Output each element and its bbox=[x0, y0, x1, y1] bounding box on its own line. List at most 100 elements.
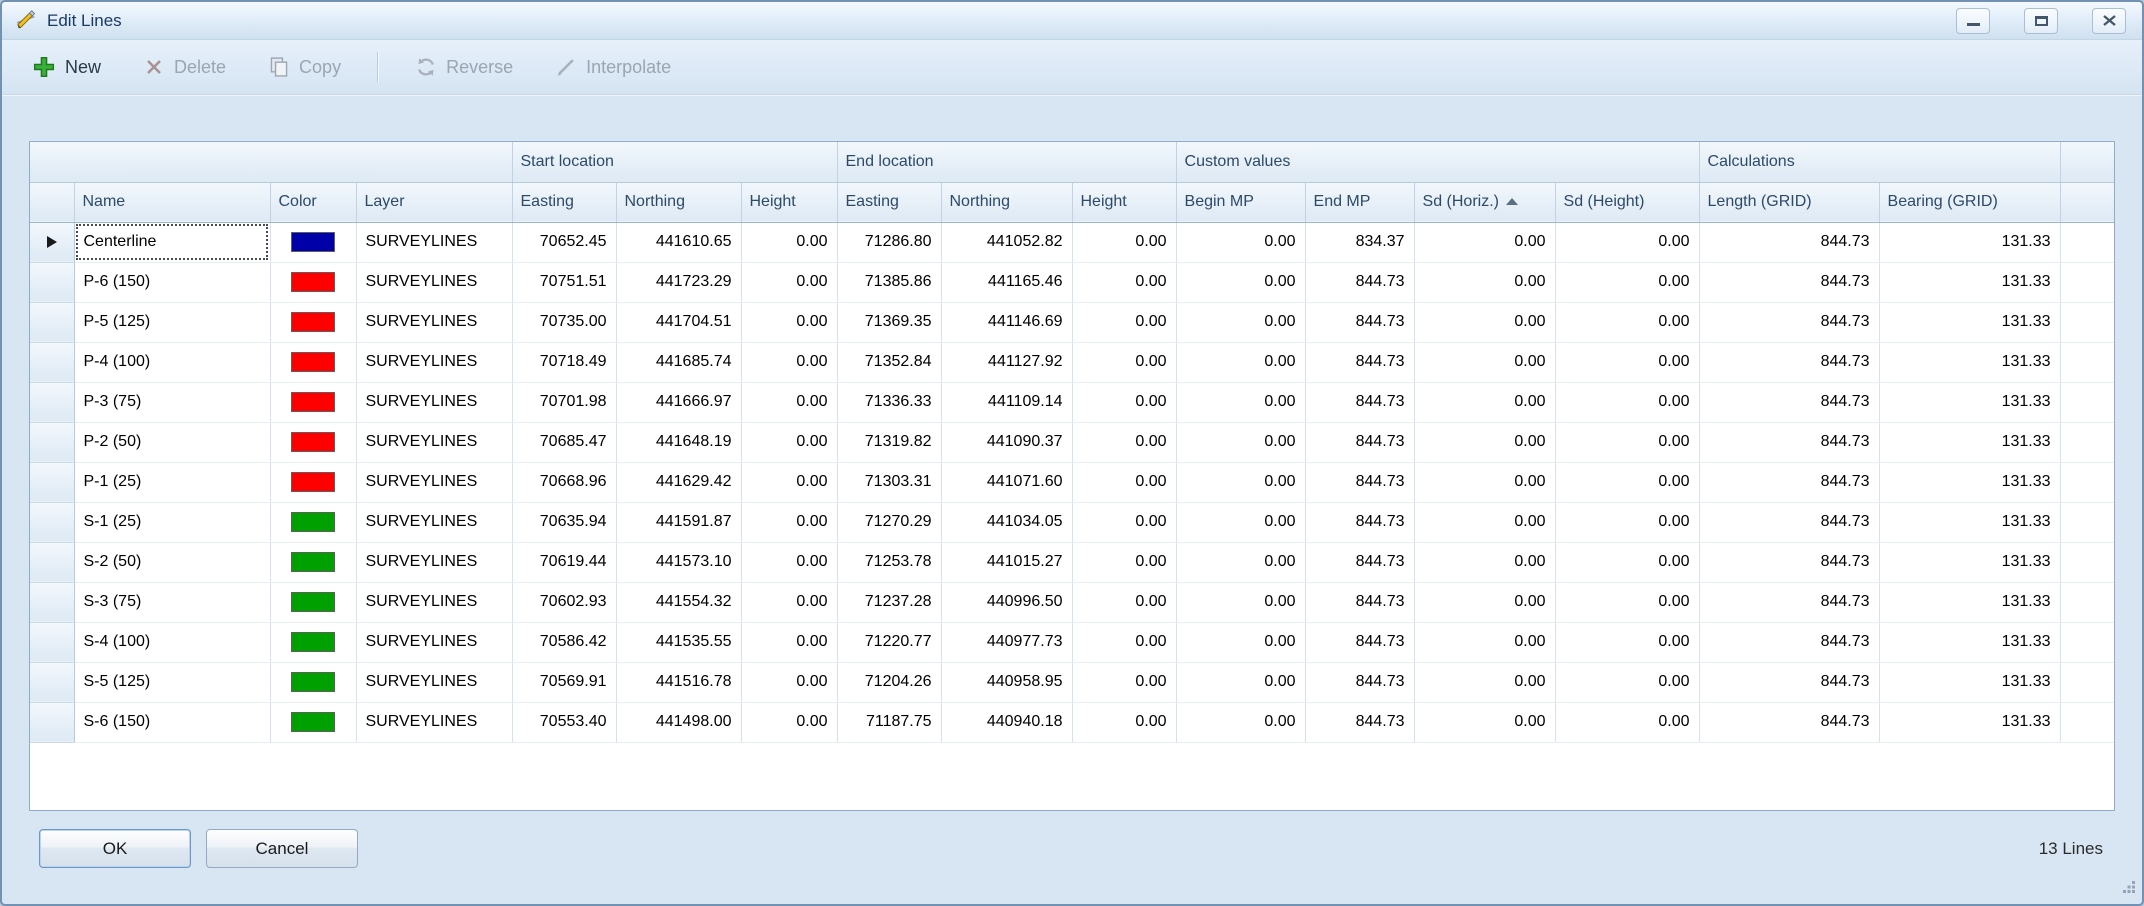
cell-layer[interactable]: SURVEYLINES bbox=[356, 542, 512, 582]
cell-end_northing[interactable]: 440958.95 bbox=[941, 662, 1072, 702]
cell-end_height[interactable]: 0.00 bbox=[1072, 702, 1176, 742]
cell-name[interactable]: P-3 (75) bbox=[74, 382, 270, 422]
cell-start_height[interactable]: 0.00 bbox=[741, 502, 837, 542]
cell-sd_horiz[interactable]: 0.00 bbox=[1414, 702, 1555, 742]
cell-end_height[interactable]: 0.00 bbox=[1072, 622, 1176, 662]
cell-start_height[interactable]: 0.00 bbox=[741, 342, 837, 382]
cell-end_mp[interactable]: 834.37 bbox=[1305, 222, 1414, 262]
cell-end_height[interactable]: 0.00 bbox=[1072, 302, 1176, 342]
row-selector[interactable] bbox=[30, 382, 74, 422]
color-swatch[interactable] bbox=[291, 672, 335, 692]
cell-color[interactable] bbox=[270, 662, 356, 702]
color-swatch[interactable] bbox=[291, 592, 335, 612]
cell-sd_horiz[interactable]: 0.00 bbox=[1414, 502, 1555, 542]
cell-sd_height[interactable]: 0.00 bbox=[1555, 542, 1699, 582]
cell-layer[interactable]: SURVEYLINES bbox=[356, 342, 512, 382]
cell-end_height[interactable]: 0.00 bbox=[1072, 502, 1176, 542]
cell-name[interactable]: S-5 (125) bbox=[74, 662, 270, 702]
cell-length_grid[interactable]: 844.73 bbox=[1699, 502, 1879, 542]
cell-end_northing[interactable]: 441090.37 bbox=[941, 422, 1072, 462]
cell-end_northing[interactable]: 441165.46 bbox=[941, 262, 1072, 302]
color-swatch[interactable] bbox=[291, 272, 335, 292]
color-swatch[interactable] bbox=[291, 392, 335, 412]
cell-start_easting[interactable]: 70619.44 bbox=[512, 542, 616, 582]
cell-end_mp[interactable]: 844.73 bbox=[1305, 622, 1414, 662]
cell-sd_horiz[interactable]: 0.00 bbox=[1414, 582, 1555, 622]
cell-end_easting[interactable]: 71237.28 bbox=[837, 582, 941, 622]
column-header-name[interactable]: Name bbox=[74, 182, 270, 222]
cell-sd_height[interactable]: 0.00 bbox=[1555, 302, 1699, 342]
cell-begin_mp[interactable]: 0.00 bbox=[1176, 222, 1305, 262]
cell-layer[interactable]: SURVEYLINES bbox=[356, 302, 512, 342]
cell-end_height[interactable]: 0.00 bbox=[1072, 262, 1176, 302]
cell-color[interactable] bbox=[270, 462, 356, 502]
cell-end_mp[interactable]: 844.73 bbox=[1305, 462, 1414, 502]
cell-end_easting[interactable]: 71204.26 bbox=[837, 662, 941, 702]
color-swatch[interactable] bbox=[291, 552, 335, 572]
cell-sd_horiz[interactable]: 0.00 bbox=[1414, 542, 1555, 582]
cell-bearing_grid[interactable]: 131.33 bbox=[1879, 262, 2060, 302]
cell-bearing_grid[interactable]: 131.33 bbox=[1879, 462, 2060, 502]
delete-button[interactable]: Delete bbox=[135, 52, 234, 82]
column-header-end_mp[interactable]: End MP bbox=[1305, 182, 1414, 222]
cell-end_mp[interactable]: 844.73 bbox=[1305, 662, 1414, 702]
reverse-button[interactable]: Reverse bbox=[407, 52, 521, 82]
cell-start_easting[interactable]: 70718.49 bbox=[512, 342, 616, 382]
cell-begin_mp[interactable]: 0.00 bbox=[1176, 622, 1305, 662]
cell-sd_height[interactable]: 0.00 bbox=[1555, 222, 1699, 262]
cell-end_easting[interactable]: 71253.78 bbox=[837, 542, 941, 582]
cell-layer[interactable]: SURVEYLINES bbox=[356, 702, 512, 742]
cell-end_easting[interactable]: 71336.33 bbox=[837, 382, 941, 422]
cell-name[interactable]: Centerline bbox=[74, 222, 270, 262]
cell-begin_mp[interactable]: 0.00 bbox=[1176, 542, 1305, 582]
cell-length_grid[interactable]: 844.73 bbox=[1699, 462, 1879, 502]
cell-start_northing[interactable]: 441516.78 bbox=[616, 662, 741, 702]
column-header-start_easting[interactable]: Easting bbox=[512, 182, 616, 222]
column-header-bearing_grid[interactable]: Bearing (GRID) bbox=[1879, 182, 2060, 222]
cell-end_northing[interactable]: 440977.73 bbox=[941, 622, 1072, 662]
cell-end_easting[interactable]: 71319.82 bbox=[837, 422, 941, 462]
cell-sd_height[interactable]: 0.00 bbox=[1555, 582, 1699, 622]
cell-begin_mp[interactable]: 0.00 bbox=[1176, 502, 1305, 542]
cell-end_northing[interactable]: 440996.50 bbox=[941, 582, 1072, 622]
cell-end_mp[interactable]: 844.73 bbox=[1305, 262, 1414, 302]
cell-start_easting[interactable]: 70701.98 bbox=[512, 382, 616, 422]
cell-end_easting[interactable]: 71270.29 bbox=[837, 502, 941, 542]
cell-sd_horiz[interactable]: 0.00 bbox=[1414, 382, 1555, 422]
column-header-sd_height[interactable]: Sd (Height) bbox=[1555, 182, 1699, 222]
cell-end_northing[interactable]: 441146.69 bbox=[941, 302, 1072, 342]
cell-sd_height[interactable]: 0.00 bbox=[1555, 342, 1699, 382]
cell-sd_height[interactable]: 0.00 bbox=[1555, 462, 1699, 502]
cell-color[interactable] bbox=[270, 502, 356, 542]
cell-end_northing[interactable]: 441071.60 bbox=[941, 462, 1072, 502]
cell-begin_mp[interactable]: 0.00 bbox=[1176, 702, 1305, 742]
cell-start_northing[interactable]: 441554.32 bbox=[616, 582, 741, 622]
cell-color[interactable] bbox=[270, 582, 356, 622]
cell-start_northing[interactable]: 441666.97 bbox=[616, 382, 741, 422]
cell-end_mp[interactable]: 844.73 bbox=[1305, 382, 1414, 422]
cell-length_grid[interactable]: 844.73 bbox=[1699, 302, 1879, 342]
band-header-end-location[interactable]: End location bbox=[837, 142, 1176, 182]
column-header-start_northing[interactable]: Northing bbox=[616, 182, 741, 222]
row-selector[interactable] bbox=[30, 582, 74, 622]
cell-length_grid[interactable]: 844.73 bbox=[1699, 222, 1879, 262]
cell-sd_height[interactable]: 0.00 bbox=[1555, 382, 1699, 422]
cell-end_height[interactable]: 0.00 bbox=[1072, 662, 1176, 702]
cell-end_easting[interactable]: 71187.75 bbox=[837, 702, 941, 742]
cell-end_mp[interactable]: 844.73 bbox=[1305, 502, 1414, 542]
interpolate-button[interactable]: Interpolate bbox=[547, 52, 679, 82]
cell-start_height[interactable]: 0.00 bbox=[741, 662, 837, 702]
color-swatch[interactable] bbox=[291, 352, 335, 372]
cell-start_easting[interactable]: 70668.96 bbox=[512, 462, 616, 502]
cell-name[interactable]: P-2 (50) bbox=[74, 422, 270, 462]
row-selector[interactable] bbox=[30, 462, 74, 502]
cell-begin_mp[interactable]: 0.00 bbox=[1176, 582, 1305, 622]
cell-sd_height[interactable]: 0.00 bbox=[1555, 622, 1699, 662]
cell-start_height[interactable]: 0.00 bbox=[741, 542, 837, 582]
cell-name[interactable]: S-1 (25) bbox=[74, 502, 270, 542]
cell-start_height[interactable]: 0.00 bbox=[741, 462, 837, 502]
cell-layer[interactable]: SURVEYLINES bbox=[356, 662, 512, 702]
cell-start_northing[interactable]: 441573.10 bbox=[616, 542, 741, 582]
cell-bearing_grid[interactable]: 131.33 bbox=[1879, 422, 2060, 462]
column-header-end_height[interactable]: Height bbox=[1072, 182, 1176, 222]
